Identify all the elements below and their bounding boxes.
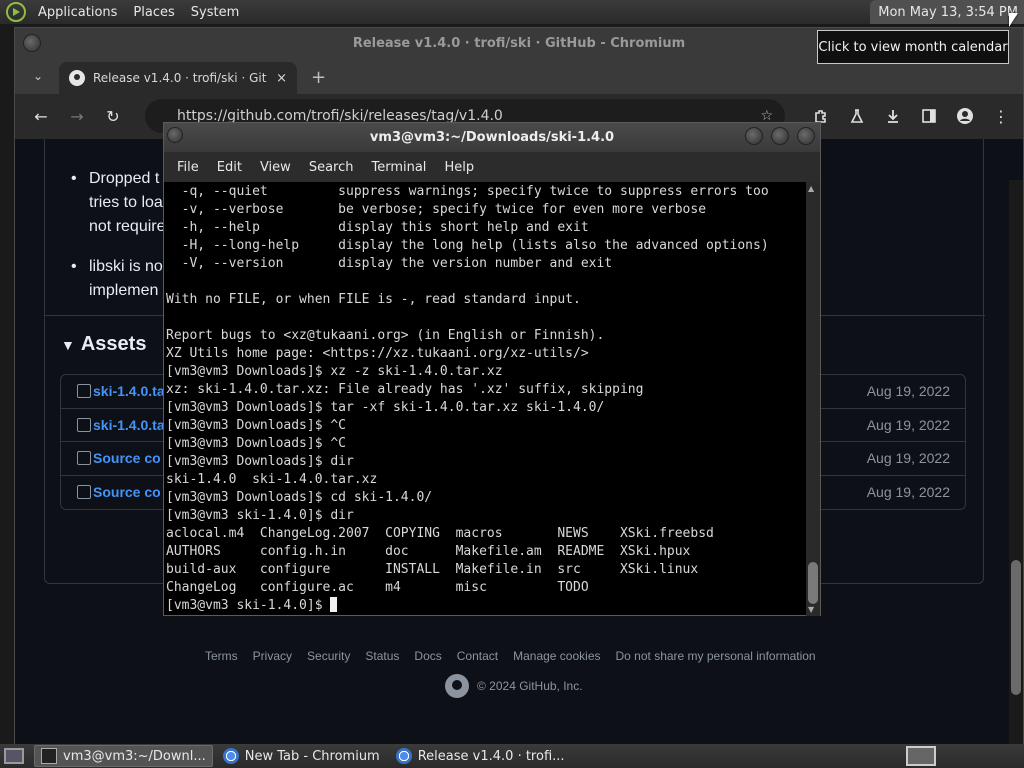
chromium-icon — [222, 748, 239, 764]
terminal-window-title: vm3@vm3:~/Downloads/ski-1.4.0 — [369, 130, 615, 145]
reload-button[interactable]: ↻ — [95, 99, 131, 135]
footer-link-manage-cookies[interactable]: Manage cookies — [513, 649, 600, 663]
taskbar-item-terminal[interactable]: vm3@vm3:~/Downl... — [34, 745, 213, 767]
terminal-cursor — [330, 597, 338, 612]
terminal-scrollbar-thumb[interactable] — [808, 562, 818, 604]
terminal-output-text: -q, --quiet suppress warnings; specify t… — [166, 184, 769, 595]
taskbar-item-label: Release v1.4.0 · trofi... — [417, 748, 565, 764]
tab-title: Release v1.4.0 · trofi/ski · Git — [93, 71, 267, 85]
side-panel-icon[interactable] — [911, 98, 947, 134]
asset-date: Aug 19, 2022 — [866, 416, 950, 433]
asset-link[interactable]: ski-1.4.0.ta — [93, 383, 165, 399]
terminal-scrollbar[interactable]: ▲ ▼ — [806, 182, 820, 616]
applications-menu[interactable]: Applications — [30, 5, 125, 20]
menu-help[interactable]: Help — [435, 160, 483, 175]
file-zip-icon — [77, 485, 91, 500]
asset-link[interactable]: Source co — [93, 450, 161, 466]
footer-link-contact[interactable]: Contact — [457, 649, 498, 663]
browser-menu-button[interactable]: ⋮ — [983, 98, 1019, 134]
clock[interactable]: Mon May 13, 3:54 PM — [870, 0, 1024, 24]
labs-flask-icon[interactable] — [839, 98, 875, 134]
close-icon[interactable] — [797, 127, 815, 145]
tab-release[interactable]: Release v1.4.0 · trofi/ski · Git × — [59, 62, 297, 94]
clock-text: Mon May 13, 3:54 PM — [878, 4, 1018, 20]
footer-link-status[interactable]: Status — [365, 649, 399, 663]
places-menu[interactable]: Places — [125, 5, 182, 20]
package-icon — [77, 417, 91, 432]
footer-link-security[interactable]: Security — [307, 649, 350, 663]
taskbar-item-new-tab[interactable]: New Tab - Chromium — [217, 745, 386, 767]
terminal-menubar: File Edit View Search Terminal Help — [164, 152, 820, 182]
menu-search[interactable]: Search — [300, 160, 363, 175]
footer-copyright: © 2024 GitHub, Inc. — [445, 674, 583, 698]
tab-close-button[interactable]: × — [276, 71, 287, 86]
system-menu[interactable]: System — [183, 5, 247, 20]
terminal-icon — [41, 748, 57, 764]
menu-file[interactable]: File — [168, 160, 208, 175]
footer-link-terms[interactable]: Terms — [205, 649, 238, 663]
show-desktop-button[interactable] — [4, 748, 24, 764]
taskbar-item-label: vm3@vm3:~/Downl... — [63, 748, 206, 764]
asset-date: Aug 19, 2022 — [866, 484, 950, 501]
workspace-switcher[interactable] — [906, 746, 936, 766]
footer-link-docs[interactable]: Docs — [414, 649, 441, 663]
caret-down-icon: ▼ — [61, 337, 75, 353]
forward-button[interactable]: → — [59, 99, 95, 135]
toolbar-actions: ⋮ — [803, 98, 1019, 134]
menu-view[interactable]: View — [251, 160, 300, 175]
assets-toggle[interactable]: ▼ Assets — [61, 333, 146, 356]
menu-terminal[interactable]: Terminal — [362, 160, 435, 175]
window-menu-icon[interactable] — [167, 127, 183, 143]
copyright-text: © 2024 GitHub, Inc. — [477, 679, 583, 693]
asset-link[interactable]: ski-1.4.0.ta — [93, 417, 165, 433]
chromium-icon — [395, 748, 412, 764]
release-note-item: Dropped t tries to loa not require — [71, 167, 165, 239]
asset-date: Aug 19, 2022 — [866, 383, 950, 400]
maximize-icon[interactable] — [771, 127, 789, 145]
window-menu-icon[interactable] — [23, 34, 41, 52]
terminal-prompt: [vm3@vm3 ski-1.4.0]$ — [166, 598, 331, 613]
scroll-up-arrow-icon[interactable]: ▲ — [808, 184, 814, 193]
release-note-item: libski is no implemen — [71, 255, 166, 303]
assets-heading-text: Assets — [80, 333, 147, 355]
download-icon[interactable] — [875, 98, 911, 134]
minimize-icon[interactable] — [745, 127, 763, 145]
new-tab-button[interactable]: + — [311, 67, 326, 88]
file-zip-icon — [77, 451, 91, 466]
github-favicon-icon — [69, 70, 85, 86]
calendar-tooltip: Click to view month calendar — [817, 30, 1009, 64]
page-scrollbar-thumb[interactable] — [1011, 560, 1021, 695]
asset-link[interactable]: Source co — [93, 484, 161, 500]
asset-date: Aug 19, 2022 — [866, 450, 950, 467]
bottom-taskbar: vm3@vm3:~/Downl... New Tab - Chromium Re… — [0, 744, 1024, 768]
profile-avatar-icon[interactable] — [947, 98, 983, 134]
tab-search-button[interactable]: ⌄ — [23, 61, 53, 91]
page-scrollbar[interactable] — [1009, 180, 1023, 744]
menu-edit[interactable]: Edit — [208, 160, 251, 175]
terminal-window: vm3@vm3:~/Downloads/ski-1.4.0 File Edit … — [163, 122, 821, 616]
release-notes: Dropped t tries to loa not require libsk… — [71, 167, 166, 319]
github-logo-icon[interactable] — [445, 674, 469, 698]
footer-link-do-not-share[interactable]: Do not share my personal information — [616, 649, 816, 663]
terminal-titlebar[interactable]: vm3@vm3:~/Downloads/ski-1.4.0 — [164, 123, 820, 152]
terminal-output-area[interactable]: -q, --quiet suppress warnings; specify t… — [164, 182, 806, 616]
footer-links: Terms Privacy Security Status Docs Conta… — [205, 649, 831, 663]
back-button[interactable]: ← — [23, 99, 59, 135]
package-icon — [77, 384, 91, 399]
scroll-down-arrow-icon[interactable]: ▼ — [808, 605, 814, 614]
distro-logo-icon[interactable] — [6, 2, 26, 22]
taskbar-item-label: New Tab - Chromium — [244, 748, 380, 764]
mouse-pointer-icon — [1009, 13, 1018, 27]
chromium-window-title: Release v1.4.0 · trofi/ski · GitHub - Ch… — [352, 35, 686, 51]
taskbar-item-release[interactable]: Release v1.4.0 · trofi... — [390, 745, 571, 767]
footer-link-privacy[interactable]: Privacy — [253, 649, 292, 663]
top-panel: Applications Places System Mon May 13, 3… — [0, 0, 1024, 24]
terminal-output: -q, --quiet suppress warnings; specify t… — [166, 183, 804, 615]
